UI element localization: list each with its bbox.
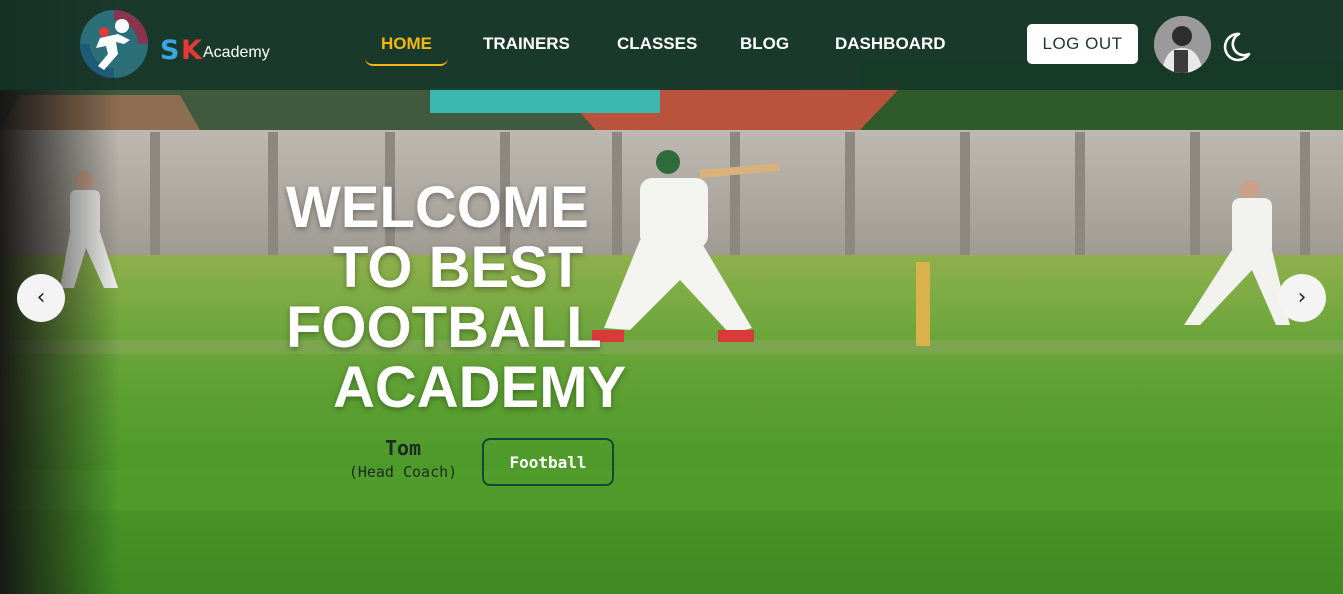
next-slide-button[interactable]: › <box>1278 274 1326 322</box>
logo-letter-s: S <box>160 35 180 66</box>
user-avatar[interactable] <box>1154 16 1211 73</box>
logo-icon <box>80 10 148 78</box>
nav-blog[interactable]: BLOG <box>724 22 805 66</box>
headline-line-3: FOOTBALL <box>286 295 602 360</box>
logo-text: Academy <box>203 44 270 61</box>
avatar-icon <box>1154 16 1211 73</box>
logo-letter-k: K <box>181 35 202 66</box>
headline-line-1: WELCOME <box>286 175 589 240</box>
moon-icon[interactable] <box>1219 30 1253 64</box>
navbar: S K Academy HOME TRAINERS CLASSES BLOG D… <box>0 0 1343 90</box>
nav-trainers[interactable]: TRAINERS <box>467 22 586 66</box>
headline-line-4: ACADEMY <box>333 355 627 420</box>
nav-classes[interactable]: CLASSES <box>601 22 713 66</box>
logout-button[interactable]: LOG OUT <box>1027 24 1138 64</box>
site-logo[interactable]: S K Academy <box>78 8 278 78</box>
headline-line-2: TO BEST <box>333 235 584 300</box>
nav-home[interactable]: HOME <box>365 22 448 66</box>
category-button[interactable]: Football <box>482 438 614 486</box>
nav-dashboard[interactable]: DASHBOARD <box>819 22 962 66</box>
coach-name: Tom <box>384 436 422 460</box>
coach-role: (Head Coach) <box>348 463 458 481</box>
prev-slide-button[interactable]: ‹ <box>17 274 65 322</box>
